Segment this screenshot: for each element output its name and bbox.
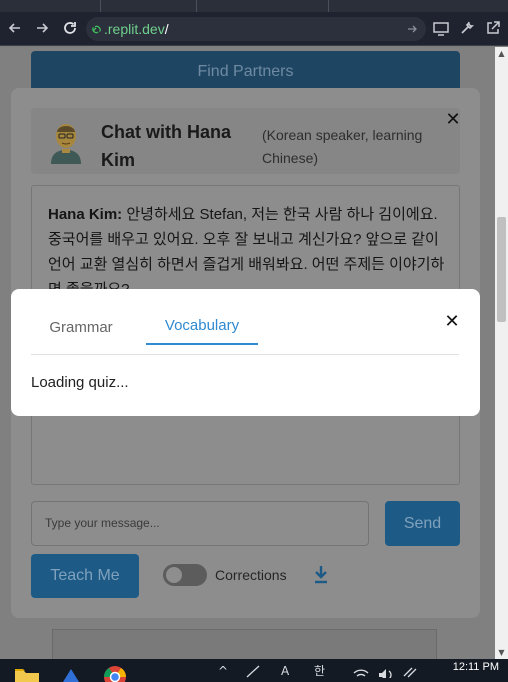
message-input[interactable]: Type your message... bbox=[31, 501, 369, 546]
tab-grammar[interactable]: Grammar bbox=[31, 309, 131, 346]
chat-title: Chat with Hana Kim bbox=[101, 122, 232, 170]
chat-message: Hana Kim: 안녕하세요 Stefan, 저는 한국 사람 하나 김이에요… bbox=[48, 202, 448, 302]
scrollbar-thumb[interactable] bbox=[497, 217, 506, 322]
browser-tab[interactable] bbox=[100, 0, 196, 12]
avatar bbox=[49, 118, 83, 164]
quiz-loading-status: Loading quiz... bbox=[31, 374, 129, 391]
browser-tab-strip bbox=[0, 0, 508, 12]
scroll-down-arrow-icon[interactable]: ▼ bbox=[495, 648, 508, 657]
chat-close-icon[interactable]: ✕ bbox=[443, 110, 463, 130]
volume-icon[interactable] bbox=[377, 664, 397, 681]
url-path: / bbox=[164, 21, 169, 37]
tab-divider bbox=[31, 354, 459, 355]
chat-header: Chat with Hana Kim (Korean speaker, lear… bbox=[31, 108, 460, 174]
corrections-toggle[interactable] bbox=[163, 564, 207, 586]
battery-icon[interactable] bbox=[402, 664, 424, 681]
browser-tab[interactable] bbox=[196, 0, 328, 12]
find-partners-button[interactable]: Find Partners bbox=[31, 51, 460, 93]
back-arrow-icon[interactable] bbox=[5, 18, 25, 38]
teach-me-button[interactable]: Teach Me bbox=[31, 554, 139, 598]
browser-tab[interactable] bbox=[328, 0, 508, 12]
chat-subtitle: (Korean speaker, learning Chinese) bbox=[262, 127, 423, 166]
chrome-icon[interactable] bbox=[103, 665, 127, 682]
browser-toolbar: .replit.dev/ bbox=[0, 12, 508, 46]
site-info-icon[interactable] bbox=[91, 17, 102, 50]
quiz-close-icon[interactable]: ✕ bbox=[442, 311, 462, 333]
message-sender: Hana Kim: bbox=[48, 206, 123, 223]
tab-vocabulary[interactable]: Vocabulary bbox=[146, 307, 258, 345]
font-icon[interactable]: A bbox=[281, 664, 289, 678]
go-arrow-icon[interactable] bbox=[406, 17, 418, 49]
ime-indicator[interactable]: 한 bbox=[314, 664, 325, 678]
toggle-knob bbox=[166, 567, 182, 583]
address-bar[interactable]: .replit.dev/ bbox=[86, 17, 426, 41]
wifi-icon[interactable] bbox=[352, 664, 370, 681]
app-icon[interactable] bbox=[60, 665, 82, 682]
reload-icon[interactable] bbox=[60, 18, 80, 38]
corrections-label: Corrections bbox=[215, 567, 287, 583]
scroll-up-arrow-icon[interactable]: ▲ bbox=[495, 49, 508, 58]
chevron-up-icon[interactable]: ^ bbox=[218, 664, 228, 678]
clock[interactable]: 12:11 PM bbox=[439, 659, 499, 676]
send-button[interactable]: Send bbox=[385, 501, 460, 546]
page-scrollbar[interactable]: ▲ ▼ bbox=[495, 47, 508, 659]
wrench-icon[interactable] bbox=[457, 18, 477, 38]
open-in-new-icon[interactable] bbox=[483, 18, 503, 38]
url-domain: .replit.dev bbox=[104, 21, 165, 37]
taskbar: ^ A 한 12:11 PM bbox=[0, 659, 508, 682]
cast-icon[interactable] bbox=[431, 18, 451, 38]
file-explorer-icon[interactable] bbox=[14, 665, 40, 682]
network-icon[interactable] bbox=[245, 664, 261, 681]
download-icon[interactable] bbox=[313, 563, 329, 585]
quiz-modal: Grammar Vocabulary ✕ Loading quiz... bbox=[11, 289, 480, 416]
forward-arrow-icon[interactable] bbox=[32, 18, 52, 38]
